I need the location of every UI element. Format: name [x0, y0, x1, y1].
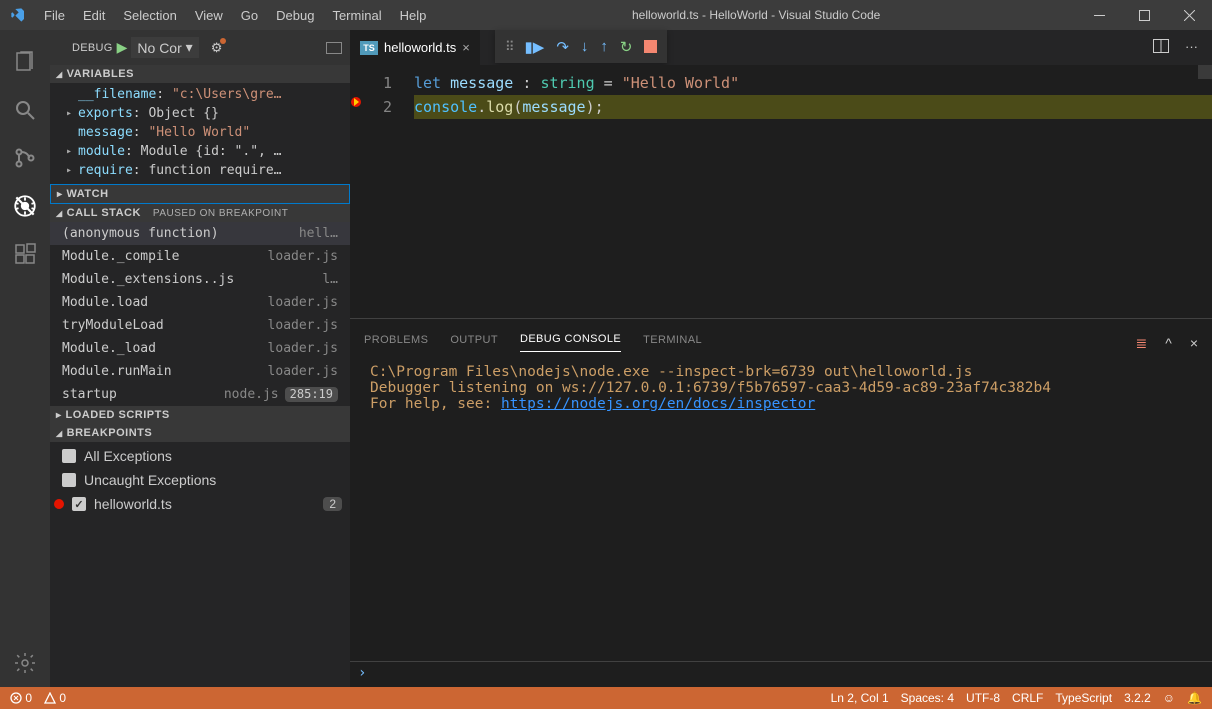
- callstack-row[interactable]: tryModuleLoadloader.js: [50, 314, 350, 337]
- breakpoint-icon: [54, 499, 64, 509]
- more-icon[interactable]: ···: [1185, 39, 1198, 56]
- maximize-button[interactable]: [1122, 0, 1167, 30]
- callstack-row[interactable]: Module._extensions..jsl…: [50, 268, 350, 291]
- collapse-panel-icon[interactable]: ^: [1165, 335, 1172, 352]
- tab-debug-console[interactable]: DEBUG CONSOLE: [520, 327, 621, 352]
- checkbox-icon[interactable]: [62, 473, 76, 487]
- callstack-row[interactable]: Module._loadloader.js: [50, 337, 350, 360]
- vscode-icon: [0, 7, 35, 23]
- stop-button[interactable]: [644, 40, 657, 53]
- variable-row[interactable]: message: "Hello World": [66, 123, 350, 142]
- step-into-button[interactable]: ↓: [581, 38, 589, 55]
- debug-icon[interactable]: [0, 182, 50, 230]
- explorer-icon[interactable]: [0, 38, 50, 86]
- menu-edit[interactable]: Edit: [74, 4, 114, 27]
- breakpoint-row[interactable]: ✓helloworld.ts2: [50, 492, 350, 516]
- debug-console-icon[interactable]: [326, 42, 342, 54]
- status-cursor[interactable]: Ln 2, Col 1: [831, 691, 889, 705]
- close-tab-icon[interactable]: ×: [462, 40, 470, 55]
- step-out-button[interactable]: ↑: [600, 38, 608, 55]
- split-editor-icon[interactable]: [1153, 39, 1169, 56]
- menu-selection[interactable]: Selection: [114, 4, 185, 27]
- breakpoint-row[interactable]: Uncaught Exceptions: [50, 468, 350, 492]
- editor-tabs: TS helloworld.ts × ⠿ ▮▶ ↷ ↓ ↑ ↻ ···: [350, 30, 1212, 65]
- close-panel-icon[interactable]: ×: [1190, 335, 1198, 352]
- tab-terminal[interactable]: TERMINAL: [643, 328, 702, 352]
- debug-sidebar: DEBUG ▶ No Cor ▾ ⚙ VARIABLES __filename:…: [50, 30, 350, 687]
- configure-gear-icon[interactable]: ⚙: [211, 40, 223, 56]
- variable-row[interactable]: ▸exports: Object {}: [66, 104, 350, 123]
- search-icon[interactable]: [0, 86, 50, 134]
- start-debug-button[interactable]: ▶: [117, 39, 128, 56]
- variable-row[interactable]: ▸require: function require…: [66, 161, 350, 180]
- variable-row[interactable]: __filename: "c:\Users\gre…: [66, 85, 350, 104]
- callstack-row[interactable]: (anonymous function) hell…: [50, 222, 350, 245]
- restart-button[interactable]: ↻: [620, 38, 633, 56]
- menu-debug[interactable]: Debug: [267, 4, 323, 27]
- scm-icon[interactable]: [0, 134, 50, 182]
- status-language[interactable]: TypeScript: [1055, 691, 1112, 705]
- callstack-section[interactable]: CALL STACKPAUSED ON BREAKPOINT: [50, 204, 350, 222]
- status-bar: 0 0 Ln 2, Col 1 Spaces: 4 UTF-8 CRLF Typ…: [0, 687, 1212, 709]
- minimize-button[interactable]: [1077, 0, 1122, 30]
- debug-toolbar[interactable]: ⠿ ▮▶ ↷ ↓ ↑ ↻: [495, 30, 667, 63]
- status-encoding[interactable]: UTF-8: [966, 691, 1000, 705]
- close-button[interactable]: [1167, 0, 1212, 30]
- menu-go[interactable]: Go: [232, 4, 267, 27]
- menu-view[interactable]: View: [186, 4, 232, 27]
- debug-console-output[interactable]: C:\Program Files\nodejs\node.exe --inspe…: [350, 352, 1212, 661]
- settings-icon[interactable]: [0, 639, 50, 687]
- loaded-scripts-section[interactable]: LOADED SCRIPTS: [50, 406, 350, 424]
- status-eol[interactable]: CRLF: [1012, 691, 1043, 705]
- feedback-icon[interactable]: ☺: [1163, 691, 1175, 705]
- window-title: helloworld.ts - HelloWorld - Visual Stud…: [435, 8, 1077, 22]
- menu-file[interactable]: File: [35, 4, 74, 27]
- watch-section[interactable]: WATCH: [50, 184, 350, 204]
- bell-icon[interactable]: 🔔: [1187, 691, 1202, 705]
- activity-bar: [0, 30, 50, 687]
- status-indent[interactable]: Spaces: 4: [901, 691, 954, 705]
- status-ts-version[interactable]: 3.2.2: [1124, 691, 1151, 705]
- callstack-row[interactable]: startupnode.js285:19: [50, 383, 350, 406]
- clear-console-icon[interactable]: ≣: [1136, 335, 1148, 352]
- tab-output[interactable]: OUTPUT: [450, 328, 498, 352]
- editor-tab[interactable]: TS helloworld.ts ×: [350, 30, 480, 65]
- checkbox-icon[interactable]: [62, 449, 76, 463]
- launch-config-select[interactable]: No Cor ▾: [131, 37, 198, 58]
- step-over-button[interactable]: ↷: [556, 38, 569, 56]
- callstack-row[interactable]: Module.loadloader.js: [50, 291, 350, 314]
- menu-terminal[interactable]: Terminal: [323, 4, 390, 27]
- continue-button[interactable]: ▮▶: [525, 38, 545, 56]
- debug-label: DEBUG: [72, 42, 113, 54]
- status-errors[interactable]: 0: [10, 691, 32, 705]
- extensions-icon[interactable]: [0, 230, 50, 278]
- typescript-icon: TS: [360, 41, 378, 55]
- bottom-panel: PROBLEMS OUTPUT DEBUG CONSOLE TERMINAL ≣…: [350, 318, 1212, 687]
- callstack-row[interactable]: Module.runMainloader.js: [50, 360, 350, 383]
- code-editor[interactable]: 12 let message : string = "Hello World" …: [350, 65, 1212, 318]
- menu-help[interactable]: Help: [391, 4, 436, 27]
- debug-repl-input[interactable]: ›: [350, 661, 1212, 687]
- drag-handle-icon[interactable]: ⠿: [505, 39, 513, 55]
- variable-row[interactable]: ▸module: Module {id: ".", …: [66, 142, 350, 161]
- tab-problems[interactable]: PROBLEMS: [364, 328, 428, 352]
- breakpoint-row[interactable]: All Exceptions: [50, 444, 350, 468]
- breakpoints-section[interactable]: BREAKPOINTS: [50, 424, 350, 442]
- minimap[interactable]: [1198, 65, 1212, 79]
- breakpoint-marker[interactable]: [351, 97, 361, 107]
- variables-section[interactable]: VARIABLES: [50, 65, 350, 83]
- menu-bar: File Edit Selection View Go Debug Termin…: [35, 4, 435, 27]
- checkbox-icon[interactable]: ✓: [72, 497, 86, 511]
- status-warnings[interactable]: 0: [44, 691, 66, 705]
- callstack-row[interactable]: Module._compileloader.js: [50, 245, 350, 268]
- docs-link[interactable]: https://nodejs.org/en/docs/inspector: [501, 396, 815, 412]
- titlebar: File Edit Selection View Go Debug Termin…: [0, 0, 1212, 30]
